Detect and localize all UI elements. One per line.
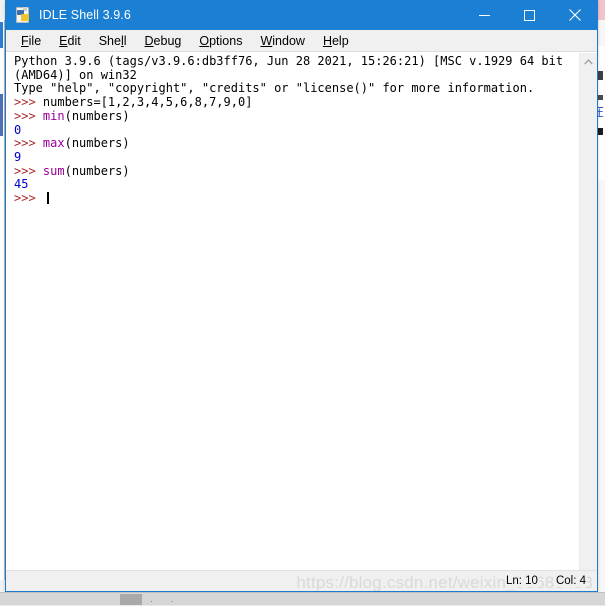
menu-item-edit-label: dit [68, 34, 81, 48]
text-caret [47, 192, 49, 204]
menu-item-help[interactable]: Help [314, 32, 358, 50]
status-line-indicator: Ln: 10 [505, 575, 539, 587]
menu-item-shell[interactable]: Shell [90, 32, 136, 50]
menu-item-shell-label: l [124, 34, 127, 48]
menu-item-options-label: ptions [209, 34, 242, 48]
close-icon [569, 9, 581, 21]
status-column-indicator: Col: 4 [555, 575, 587, 587]
idle-python-file-icon [15, 7, 31, 23]
close-button[interactable] [552, 0, 597, 30]
watermark-text: https://blog.csdn.net/weixin_55685433 [296, 573, 593, 591]
menubar: File Edit Shell Debug Options Window Hel… [6, 30, 597, 52]
menu-item-options[interactable]: Options [190, 32, 251, 50]
background-window-left-titlebar-sliver [0, 22, 3, 48]
menu-item-debug-label: ebug [154, 34, 182, 48]
taskbar[interactable]: · · [0, 592, 605, 605]
shell-body: Python 3.9.6 (tags/v3.9.6:db3ff76, Jun 2… [6, 52, 597, 570]
window-titlebar[interactable]: IDLE Shell 3.9.6 [6, 0, 597, 30]
minimize-icon [479, 10, 490, 21]
maximize-button[interactable] [507, 0, 552, 30]
scroll-up-button[interactable] [580, 53, 597, 70]
shell-output-text[interactable]: Python 3.9.6 (tags/v3.9.6:db3ff76, Jun 2… [6, 53, 579, 570]
minimize-button[interactable] [462, 0, 507, 30]
menu-item-debug[interactable]: Debug [136, 32, 191, 50]
vertical-scrollbar[interactable] [579, 53, 597, 570]
window-title: IDLE Shell 3.9.6 [39, 8, 131, 22]
menu-item-file[interactable]: File [12, 32, 50, 50]
idle-shell-window: IDLE Shell 3.9.6 [5, 0, 598, 592]
background-window-left-mark [0, 94, 3, 136]
menu-item-edit[interactable]: Edit [50, 32, 90, 50]
menu-item-window[interactable]: Window [251, 32, 313, 50]
maximize-icon [524, 10, 535, 21]
menu-item-help-label: elp [332, 34, 349, 48]
taskbar-tile[interactable] [120, 594, 142, 605]
scrollbar-track[interactable] [580, 70, 597, 570]
background-window-pink-strip [598, 0, 605, 20]
statusbar: https://blog.csdn.net/weixin_55685433 Ln… [6, 570, 597, 591]
window-controls [462, 0, 597, 30]
desktop-background: 在 IDLE Shell 3.9.6 [0, 0, 605, 605]
menu-item-file-label: ile [29, 34, 42, 48]
menu-item-window-label: indow [272, 34, 305, 48]
chevron-up-icon [584, 59, 593, 65]
